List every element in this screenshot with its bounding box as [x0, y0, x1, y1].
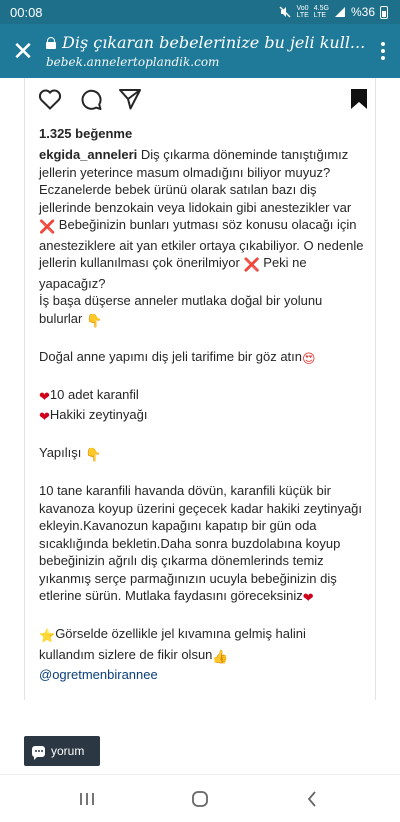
- heart-emoji: ❤: [39, 389, 50, 405]
- content-area: 1.325 beğenme ekgida_anneleri Diş çıkarm…: [0, 78, 400, 774]
- recipe-text: 10 tane karanfili havanda dövün, karanfi…: [39, 483, 363, 603]
- status-icons: Vo0 LTE 4.5G LTE %36: [279, 5, 388, 19]
- more-vert-icon[interactable]: [366, 24, 400, 78]
- likes-count: 1.325 beğenme: [39, 126, 133, 141]
- caption-text-2: Bebeğinizin bunları yutması söz konusu o…: [39, 217, 364, 270]
- page-url[interactable]: bebek.annelertoplandik.com: [46, 55, 366, 69]
- battery-icon: [380, 5, 388, 19]
- status-bar: 00:08 Vo0 LTE 4.5G LTE %36: [0, 0, 400, 24]
- heart-outline-icon[interactable]: [38, 88, 62, 110]
- cross-emoji: ❌: [243, 258, 260, 273]
- page-titles: Diş çıkaran bebelerinize bu jeli kull...…: [46, 33, 366, 69]
- page-title: Diş çıkaran bebelerinize bu jeli kull...: [62, 33, 366, 52]
- mute-icon: [279, 6, 291, 18]
- instagram-post: 1.325 beğenme ekgida_anneleri Diş çıkarm…: [24, 78, 376, 700]
- ingredient-2: Hakiki zeytinyağı: [49, 407, 148, 422]
- page-title-row: Diş çıkaran bebelerinize bu jeli kull...: [46, 33, 366, 52]
- heart-emoji: ❤: [302, 591, 314, 606]
- star-emoji: ⭐: [39, 629, 56, 644]
- heart-eyes-emoji: 😍: [302, 351, 316, 367]
- send-icon[interactable]: [118, 88, 142, 110]
- app-bar: ✕ Diş çıkaran bebelerinize bu jeli kull.…: [0, 24, 400, 78]
- status-time: 00:08: [10, 4, 43, 20]
- post-actions: [38, 88, 368, 112]
- volte-indicator: Vo0 LTE: [296, 5, 309, 19]
- bookmark-icon[interactable]: [349, 88, 369, 110]
- caption-line-5: Doğal anne yapımı diş jeli tarifime bir …: [39, 348, 303, 364]
- lock-icon: [46, 36, 56, 49]
- cross-emoji: ❌: [39, 220, 56, 235]
- signal-icon: [334, 7, 345, 17]
- chat-bubble-icon: [32, 745, 45, 760]
- network-indicator: 4.5G LTE: [313, 5, 329, 19]
- mention-link[interactable]: @ogretmenbirannee: [39, 667, 158, 682]
- recent-apps-icon[interactable]: [57, 775, 117, 822]
- caption-line-4: İş başa düşerse anneler mutlaka doğal bi…: [39, 293, 323, 326]
- recipe-title: Yapılışı: [39, 445, 82, 460]
- final-text: Görselde özellikle jel kıvamına gelmiş h…: [39, 626, 306, 662]
- heart-emoji: ❤: [39, 410, 50, 425]
- pointing-down-emoji: 👇: [85, 313, 103, 329]
- back-icon[interactable]: [282, 775, 342, 822]
- ingredient-1: 10 adet karanfil: [49, 386, 139, 402]
- post-username[interactable]: ekgida_anneleri: [39, 147, 137, 162]
- thumbs-up-emoji: 👍: [212, 649, 229, 665]
- system-nav-bar: [0, 774, 400, 822]
- home-icon[interactable]: [170, 775, 230, 822]
- comment-button[interactable]: yorum: [24, 736, 100, 766]
- comment-bubble-icon[interactable]: [79, 88, 103, 110]
- comment-button-label: yorum: [51, 744, 85, 758]
- post-caption: ekgida_anneleri Diş çıkarma döneminde ta…: [39, 146, 365, 684]
- pointing-down-emoji: 👇: [85, 448, 102, 463]
- close-icon[interactable]: ✕: [0, 24, 46, 78]
- battery-percent: %36: [350, 5, 375, 19]
